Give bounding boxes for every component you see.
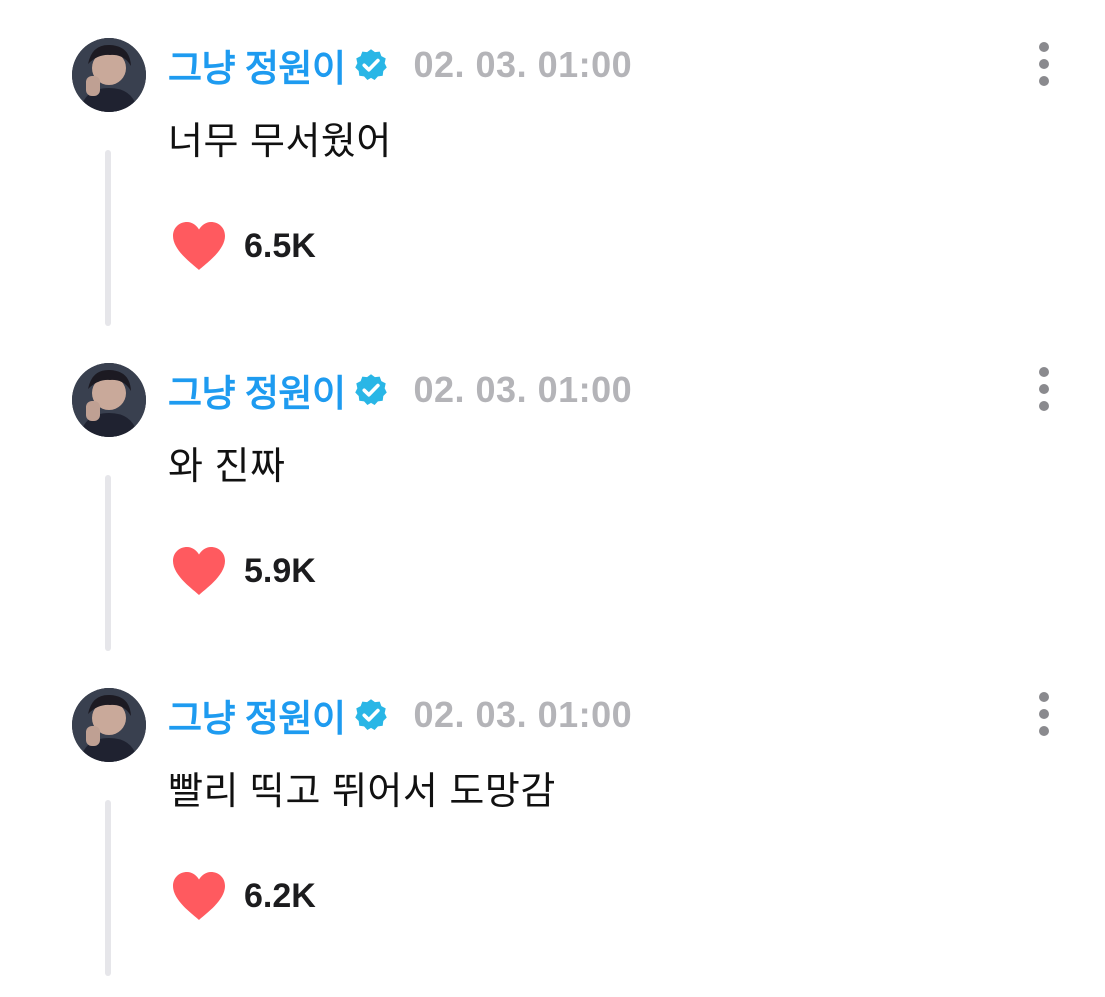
post-header: 그냥 정원이 02. 03. 01:00: [168, 692, 633, 739]
avatar-image: [72, 363, 146, 437]
verified-badge-icon: [355, 374, 388, 405]
post-text: 와 진짜: [168, 446, 286, 488]
post-header: 그냥 정원이 02. 03. 01:00: [168, 42, 633, 89]
thread-line: [105, 475, 111, 651]
thread-line: [105, 150, 111, 326]
post: 그냥 정원이 02. 03. 01:00 와 진짜 5.9K: [0, 325, 1105, 651]
more-vertical-icon[interactable]: [1030, 42, 1058, 86]
username[interactable]: 그냥 정원이: [168, 38, 346, 92]
post: 그냥 정원이 02. 03. 01:00 빨리 띡고 뛰어서 도망감 6.2K: [0, 650, 1105, 976]
verified-badge-icon: [355, 699, 388, 730]
heart-icon: [173, 222, 225, 270]
heart-icon: [173, 547, 225, 595]
more-vertical-icon[interactable]: [1030, 692, 1058, 736]
avatar-image: [72, 38, 146, 112]
heart-icon: [173, 872, 225, 920]
more-vertical-icon[interactable]: [1030, 367, 1058, 411]
post: 그냥 정원이 02. 03. 01:00 너무 무서웠어 6.5K: [0, 0, 1105, 326]
post-text: 빨리 띡고 뛰어서 도망감: [168, 771, 556, 813]
post-header: 그냥 정원이 02. 03. 01:00: [168, 367, 633, 414]
username[interactable]: 그냥 정원이: [168, 363, 346, 417]
like-count: 6.5K: [244, 226, 316, 265]
username[interactable]: 그냥 정원이: [168, 688, 346, 742]
like-button[interactable]: 5.9K: [170, 545, 316, 597]
timestamp: 02. 03. 01:00: [413, 369, 633, 410]
avatar[interactable]: [72, 363, 146, 437]
thread-line: [105, 800, 111, 976]
timestamp: 02. 03. 01:00: [413, 44, 633, 85]
post-text: 너무 무서웠어: [168, 121, 392, 163]
like-count: 6.2K: [244, 876, 316, 915]
thread: 그냥 정원이 02. 03. 01:00 너무 무서웠어 6.5K 그냥 정원이…: [0, 0, 1105, 997]
avatar[interactable]: [72, 38, 146, 112]
verified-badge-icon: [355, 49, 388, 80]
avatar-image: [72, 688, 146, 762]
timestamp: 02. 03. 01:00: [413, 694, 633, 735]
like-count: 5.9K: [244, 551, 316, 590]
like-button[interactable]: 6.2K: [170, 870, 316, 922]
avatar[interactable]: [72, 688, 146, 762]
like-button[interactable]: 6.5K: [170, 220, 316, 272]
